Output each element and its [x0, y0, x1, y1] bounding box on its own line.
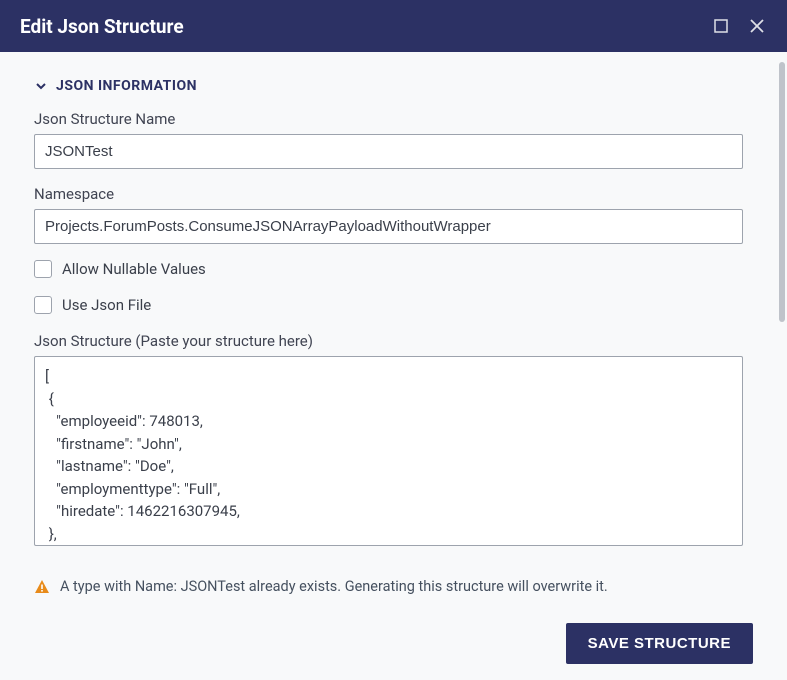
checkbox-allow-nullable[interactable]: Allow Nullable Values [34, 260, 743, 278]
vertical-scrollbar[interactable] [777, 52, 787, 550]
warning-icon [34, 579, 50, 599]
label-namespace: Namespace [34, 185, 743, 203]
field-structure-name: Json Structure Name [34, 110, 743, 169]
chevron-down-icon [34, 79, 48, 93]
checkbox-box[interactable] [34, 260, 52, 278]
input-namespace[interactable] [34, 209, 743, 244]
checkbox-box[interactable] [34, 296, 52, 314]
maximize-icon [714, 19, 728, 33]
input-structure-name[interactable] [34, 134, 743, 169]
maximize-button[interactable] [707, 12, 735, 40]
dialog-footer: A type with Name: JSONTest already exist… [0, 550, 787, 680]
section-title: JSON INFORMATION [56, 78, 197, 94]
dialog-body: JSON INFORMATION Json Structure Name Nam… [0, 52, 787, 550]
button-row: SAVE STRUCTURE [34, 623, 753, 664]
label-json-structure: Json Structure (Paste your structure her… [34, 332, 743, 350]
dialog-title: Edit Json Structure [20, 15, 699, 38]
content-area: JSON INFORMATION Json Structure Name Nam… [0, 52, 777, 550]
edit-json-dialog: Edit Json Structure JSON INFORMATION Jso… [0, 0, 787, 680]
checkbox-label-use-file: Use Json File [62, 296, 151, 314]
scrollbar-thumb[interactable] [779, 62, 785, 322]
label-structure-name: Json Structure Name [34, 110, 743, 128]
field-namespace: Namespace [34, 185, 743, 244]
warning-message: A type with Name: JSONTest already exist… [34, 560, 753, 599]
close-icon [749, 18, 765, 34]
titlebar: Edit Json Structure [0, 0, 787, 52]
textarea-json-structure[interactable] [34, 356, 743, 546]
checkbox-use-json-file[interactable]: Use Json File [34, 296, 743, 314]
warning-text: A type with Name: JSONTest already exist… [60, 578, 608, 595]
field-json-structure: Json Structure (Paste your structure her… [34, 332, 743, 550]
checkbox-label-allow-nullable: Allow Nullable Values [62, 260, 206, 278]
save-structure-button[interactable]: SAVE STRUCTURE [566, 623, 753, 664]
section-header-json-info[interactable]: JSON INFORMATION [34, 78, 743, 94]
close-button[interactable] [743, 12, 771, 40]
